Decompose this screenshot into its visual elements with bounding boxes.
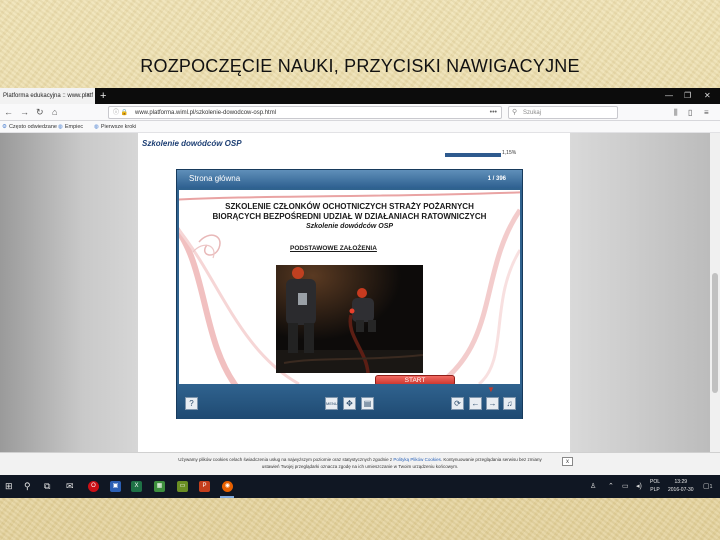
firefighters-photo bbox=[276, 265, 423, 373]
page-indicator: 1 / 396 bbox=[487, 176, 506, 182]
firefighters-image bbox=[276, 265, 423, 373]
people-icon[interactable]: ♙ bbox=[590, 475, 596, 498]
cookie-close-button[interactable]: x bbox=[562, 457, 573, 466]
mail-icon[interactable]: ✉ bbox=[66, 475, 74, 498]
library-icon[interactable]: ⫼ bbox=[674, 104, 678, 121]
module-header: Strona główna 1 / 396 bbox=[177, 170, 522, 188]
progress-label: 1,15% bbox=[502, 150, 517, 156]
progress-fill bbox=[445, 153, 501, 157]
maximize-icon[interactable]: ❐ bbox=[684, 88, 691, 104]
tab-bar: Platforma edukacyjna :: www.platf × + — … bbox=[0, 88, 720, 104]
bookmarks-bar: ⚙ Często odwiedzane ◍ Empiec ◍ Pierwsze kro… bbox=[0, 121, 720, 133]
module-subtitle: Szkolenie dowódców OSP bbox=[305, 223, 394, 230]
bookmark-item[interactable]: ◍ Pierwsze kroki bbox=[94, 121, 136, 133]
gear-icon: ⚙ bbox=[2, 124, 7, 130]
cookie-policy-link[interactable]: Polityką Plików Cookies bbox=[393, 457, 441, 462]
previous-button[interactable]: ← bbox=[469, 397, 482, 410]
navigation-bar: ← → ↻ ⌂ ⓘ 🔒 www.platforma.wiml.pl/szkole… bbox=[0, 104, 720, 121]
image-viewer-icon[interactable]: ▦ bbox=[154, 481, 165, 492]
home-icon[interactable]: ⌂ bbox=[52, 104, 57, 121]
search-icon[interactable]: ⚲ bbox=[24, 475, 31, 498]
url-text: www.platforma.wiml.pl/szkolenie-dowodcow… bbox=[135, 110, 277, 116]
new-tab-button[interactable]: + bbox=[100, 88, 106, 104]
cookie-banner: Używamy plików cookies celach świadczeni… bbox=[0, 452, 720, 475]
help-button[interactable]: ? bbox=[185, 397, 198, 410]
start-button[interactable]: START bbox=[375, 375, 455, 384]
minimize-icon[interactable]: — bbox=[665, 88, 673, 104]
module-content: SZKOLENIE CZŁONKÓW OCHOTNICZYCH STRAŻY P… bbox=[179, 190, 520, 384]
opera-icon[interactable]: O bbox=[88, 481, 99, 492]
progress-bar bbox=[445, 153, 501, 157]
sidebar-icon[interactable]: ▯ bbox=[688, 104, 692, 121]
battery-icon[interactable]: ▭ bbox=[622, 475, 629, 498]
powerpoint-icon[interactable]: P bbox=[199, 481, 210, 492]
search-input[interactable]: ⚲ Szukaj bbox=[508, 106, 618, 119]
clock[interactable]: 13:29 2016-07-30 bbox=[668, 478, 694, 494]
menu-button[interactable]: MENU bbox=[325, 397, 338, 410]
forward-arrow-icon[interactable]: → bbox=[20, 104, 29, 121]
next-button[interactable]: → bbox=[486, 397, 499, 410]
url-bar[interactable]: ⓘ 🔒 www.platforma.wiml.pl/szkolenie-dowo… bbox=[108, 106, 502, 119]
folder-icon[interactable]: ▭ bbox=[177, 481, 188, 492]
page-scrollbar[interactable] bbox=[710, 133, 720, 453]
globe-icon: ◍ bbox=[58, 124, 63, 130]
scroll-thumb[interactable] bbox=[712, 273, 718, 393]
module-header-title[interactable]: Strona główna bbox=[189, 170, 240, 188]
page-actions-icon[interactable]: ••• bbox=[490, 107, 497, 118]
excel-icon[interactable]: X bbox=[131, 481, 142, 492]
cookie-text: Używamy plików cookies celach świadczeni… bbox=[178, 457, 542, 469]
volume-icon[interactable]: ◂) bbox=[636, 475, 642, 498]
active-app-indicator bbox=[220, 496, 234, 498]
reload-button[interactable]: ⟳ bbox=[451, 397, 464, 410]
search-placeholder: Szukaj bbox=[523, 110, 542, 116]
close-window-icon[interactable]: ✕ bbox=[704, 88, 711, 104]
task-view-icon[interactable]: ⧉ bbox=[44, 475, 50, 498]
firefox-icon[interactable]: ◉ bbox=[222, 481, 233, 492]
course-page: Szkolenie dowódców OSP 1,15% Strona głów… bbox=[138, 133, 570, 453]
taskbar: ⊞ ⚲ ⧉ ✉ O ▣ X ▦ ▭ P ◉ ♙ ⌃ ▭ ◂) POL PLP 1… bbox=[0, 475, 720, 498]
back-arrow-icon[interactable]: ← bbox=[4, 104, 13, 121]
sound-button[interactable]: ♫ bbox=[503, 397, 516, 410]
module-title-line2: BIORĄCYCH BEZPOŚREDNI UDZIAŁ W DZIAŁANIA… bbox=[212, 212, 487, 221]
document-button[interactable]: ▤ bbox=[361, 397, 374, 410]
course-module: Strona główna 1 / 396 SZKOLENIE CZŁONKÓW… bbox=[176, 169, 523, 419]
menu-icon[interactable]: ≡ bbox=[704, 104, 709, 121]
move-button[interactable]: ✥ bbox=[343, 397, 356, 410]
slide-title: ROZPOCZĘCIE NAUKI, PRZYCISKI NAWIGACYJNE bbox=[140, 56, 580, 76]
page-margin-right bbox=[570, 133, 710, 453]
chevron-up-icon[interactable]: ⌃ bbox=[608, 475, 614, 498]
browser-tab[interactable]: Platforma edukacyjna :: www.platf × bbox=[0, 88, 95, 104]
module-footer: ▼ ? MENU ✥ ▤ ⟳ ← → ♫ bbox=[177, 385, 522, 419]
windows-start-icon[interactable]: ⊞ bbox=[5, 475, 13, 498]
screenshot: Platforma edukacyjna :: www.platf × + — … bbox=[0, 88, 720, 498]
module-title-line1: SZKOLENIE CZŁONKÓW OCHOTNICZYCH STRAŻY P… bbox=[225, 202, 474, 211]
bookmark-item[interactable]: ◍ Empiec bbox=[58, 121, 83, 133]
bookmark-item[interactable]: ⚙ Często odwiedzane bbox=[2, 121, 57, 133]
reload-icon[interactable]: ↻ bbox=[36, 104, 44, 121]
site-info-icon[interactable]: ⓘ 🔒 bbox=[113, 107, 128, 118]
language-indicator[interactable]: POL PLP bbox=[650, 478, 660, 494]
save-icon[interactable]: ▣ bbox=[110, 481, 121, 492]
section-heading: PODSTAWOWE ZAŁOŻENIA bbox=[290, 245, 377, 252]
globe-icon: ◍ bbox=[94, 124, 99, 130]
arrow-down-icon: ▼ bbox=[487, 385, 495, 394]
close-tab-icon[interactable]: × bbox=[86, 88, 90, 104]
notification-icon[interactable]: ▢1 bbox=[703, 475, 712, 498]
search-icon: ⚲ bbox=[512, 109, 518, 116]
course-title: Szkolenie dowódców OSP bbox=[142, 139, 242, 148]
tab-title: Platforma edukacyjna :: www.platf bbox=[3, 93, 94, 99]
page-margin-left bbox=[0, 133, 138, 453]
